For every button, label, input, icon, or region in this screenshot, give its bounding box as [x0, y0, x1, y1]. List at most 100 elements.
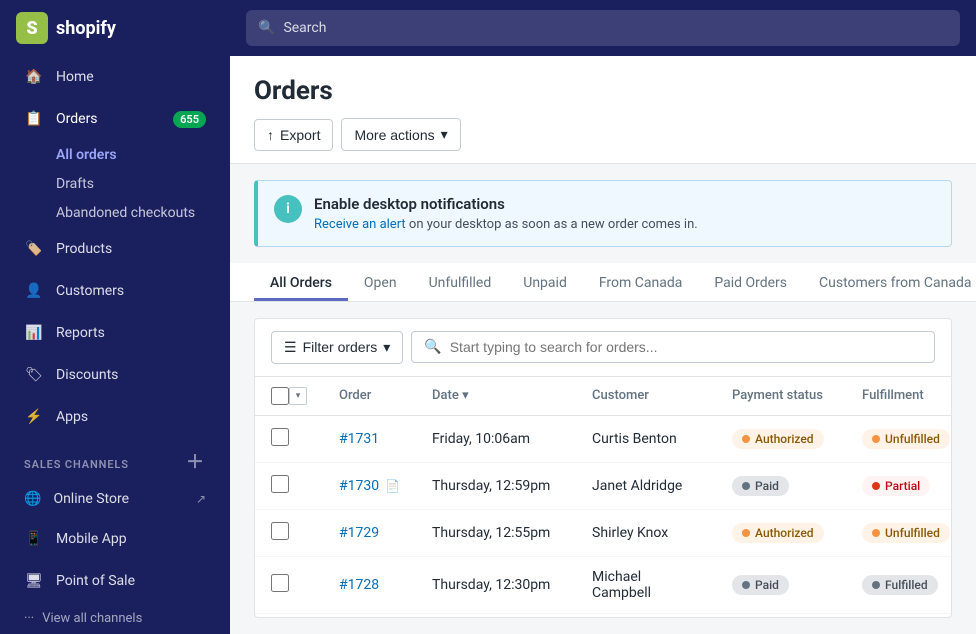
tab-customers-from-canada[interactable]: Customers from Canada	[803, 263, 976, 301]
order-number-link[interactable]: #1728	[339, 577, 379, 593]
sidebar-item-mobile-app[interactable]: 📱 Mobile App	[8, 519, 222, 559]
row-checkbox[interactable]	[271, 574, 289, 592]
row-checkbox[interactable]	[271, 475, 289, 493]
orders-tabs: All Orders Open Unfulfilled Unpaid From …	[230, 263, 976, 302]
notification-banner: i Enable desktop notifications Receive a…	[254, 180, 952, 247]
page-title: Orders	[254, 76, 952, 106]
tab-open[interactable]: Open	[348, 263, 413, 301]
global-search[interactable]: 🔍 Search	[246, 10, 960, 46]
select-all-checkbox[interactable]	[271, 387, 289, 405]
view-all-channels-button[interactable]: ··· View all channels	[8, 603, 222, 634]
sidebar-item-drafts[interactable]: Drafts	[56, 170, 222, 198]
row-checkbox-cell	[255, 613, 323, 618]
row-customer: Shirley Knox	[576, 509, 716, 556]
tab-unfulfilled[interactable]: Unfulfilled	[413, 263, 508, 301]
fulfillment-status-label: Unfulfilled	[885, 432, 940, 446]
sort-icon: ▾	[462, 388, 469, 403]
export-button[interactable]: ↑ Export	[254, 119, 333, 151]
ellipsis-icon: ···	[24, 611, 34, 626]
filter-row: ☰ Filter orders ▾ 🔍	[255, 319, 951, 377]
more-actions-button[interactable]: More actions ▾	[341, 118, 460, 151]
sidebar-item-home[interactable]: 🏠 Home	[8, 57, 222, 97]
sales-channels-section: SALES CHANNELS ＋	[0, 438, 230, 480]
row-checkbox[interactable]	[271, 522, 289, 540]
select-all-header: ▾	[255, 377, 323, 416]
search-placeholder-text: Search	[283, 20, 326, 36]
order-number-link[interactable]: #1730	[339, 478, 379, 494]
sidebar-item-label: Home	[56, 69, 94, 85]
sidebar-item-reports[interactable]: 📊 Reports	[8, 313, 222, 353]
row-payment-status: Paid	[716, 556, 846, 613]
row-customer: Janet Aldridge	[576, 462, 716, 509]
orders-table-container: ☰ Filter orders ▾ 🔍 ▾	[254, 318, 952, 618]
discounts-icon: 🏷	[24, 365, 44, 385]
orders-badge: 655	[173, 111, 206, 128]
note-icon: 📄	[385, 479, 400, 493]
online-store-icon: 🌐	[24, 491, 41, 507]
row-order: #1729	[323, 509, 416, 556]
sidebar-item-customers[interactable]: 👤 Customers	[8, 271, 222, 311]
sidebar-item-products[interactable]: 🏷️ Products	[8, 229, 222, 269]
shopify-logo-icon: S	[16, 12, 48, 44]
tab-from-canada[interactable]: From Canada	[583, 263, 699, 301]
sidebar-item-point-of-sale[interactable]: 🖥 Point of Sale	[8, 561, 222, 601]
table-row: #1728 Thursday, 12:30pm Michael Campbell…	[255, 556, 952, 613]
column-header-payment-status: Payment status	[716, 377, 846, 416]
main-content: Orders ↑ Export More actions ▾ i Enable …	[230, 56, 976, 634]
export-icon: ↑	[267, 127, 274, 143]
notification-link[interactable]: Receive an alert	[314, 217, 406, 232]
column-header-order: Order	[323, 377, 416, 416]
orders-table: ▾ Order Date ▾ Customer Payment status F…	[255, 377, 952, 618]
app-name: shopify	[56, 18, 116, 39]
sidebar-item-discounts[interactable]: 🏷 Discounts	[8, 355, 222, 395]
row-order: #1731	[323, 415, 416, 462]
filter-orders-button[interactable]: ☰ Filter orders ▾	[271, 331, 403, 364]
top-navigation: S shopify 🔍 Search	[0, 0, 976, 56]
orders-search-input[interactable]	[450, 339, 922, 355]
order-number-link[interactable]: #1729	[339, 525, 379, 541]
sidebar-item-label: Products	[56, 241, 112, 257]
sidebar-item-online-store[interactable]: 🌐 Online Store ↗	[8, 481, 222, 517]
column-header-customer: Customer	[576, 377, 716, 416]
row-fulfillment-status: Partial	[846, 462, 952, 509]
add-channel-button[interactable]: ＋	[186, 454, 206, 474]
orders-search[interactable]: 🔍	[411, 331, 935, 363]
table-row: #1729 Thursday, 12:55pm Shirley Knox Aut…	[255, 509, 952, 556]
sidebar-item-label: Reports	[56, 325, 105, 341]
order-number-link[interactable]: #1731	[339, 431, 379, 447]
sales-channels-title: SALES CHANNELS	[24, 458, 129, 471]
sidebar-item-abandoned-checkouts[interactable]: Abandoned checkouts	[56, 199, 222, 227]
pos-icon: 🖥	[24, 571, 44, 591]
tab-paid-orders[interactable]: Paid Orders	[698, 263, 803, 301]
apps-icon: ⚡	[24, 407, 44, 427]
payment-status-label: Paid	[755, 479, 779, 493]
column-header-date[interactable]: Date ▾	[416, 377, 576, 416]
customers-icon: 👤	[24, 281, 44, 301]
tab-all-orders[interactable]: All Orders	[254, 263, 348, 301]
mobile-app-icon: 📱	[24, 529, 44, 549]
tab-unpaid[interactable]: Unpaid	[507, 263, 583, 301]
search-icon: 🔍	[424, 339, 441, 355]
column-header-fulfillment: Fulfillment	[846, 377, 952, 416]
sidebar-item-orders[interactable]: 📋 Orders 655	[8, 99, 222, 139]
more-actions-label: More actions	[354, 127, 434, 143]
sidebar-item-label: Orders	[56, 111, 98, 127]
row-customer: Carol Landes	[576, 613, 716, 618]
sidebar-item-label: Mobile App	[56, 531, 127, 547]
external-link-icon: ↗	[196, 492, 206, 506]
search-icon: 🔍	[258, 20, 275, 36]
logo[interactable]: S shopify	[16, 12, 246, 44]
main-layout: 🏠 Home 📋 Orders 655 All orders Drafts Ab…	[0, 56, 976, 634]
row-checkbox-cell	[255, 415, 323, 462]
sidebar-item-apps[interactable]: ⚡ Apps	[8, 397, 222, 437]
row-date: Thursday, 12:30pm	[416, 556, 576, 613]
row-payment-status: Authorized	[716, 509, 846, 556]
toolbar: ↑ Export More actions ▾	[254, 118, 952, 163]
view-all-channels-label: View all channels	[42, 611, 142, 626]
select-dropdown-button[interactable]: ▾	[289, 387, 307, 405]
sidebar-item-all-orders[interactable]: All orders	[56, 141, 222, 169]
notification-text: Receive an alert on your desktop as soon…	[314, 217, 698, 232]
row-order: #1728	[323, 556, 416, 613]
row-checkbox[interactable]	[271, 428, 289, 446]
row-payment-status: Authorized	[716, 415, 846, 462]
